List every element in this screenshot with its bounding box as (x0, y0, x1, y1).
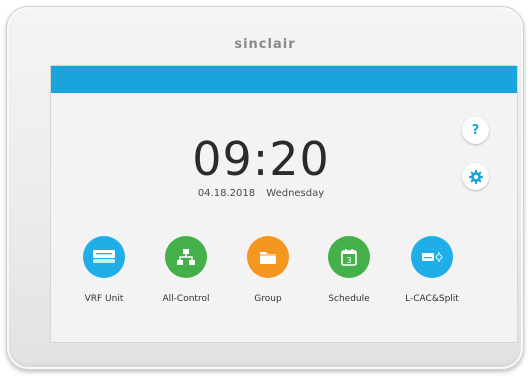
tile-vrf-unit[interactable]: VRF Unit (69, 236, 139, 304)
tile-label: Schedule (328, 294, 370, 304)
tile-all-control-button[interactable] (165, 236, 207, 278)
tile-group[interactable]: Group (233, 236, 303, 304)
calendar-icon: 3 (341, 249, 357, 266)
help-button[interactable]: ? (462, 117, 489, 144)
tile-vrf-unit-button[interactable] (83, 236, 125, 278)
settings-button[interactable] (462, 163, 489, 190)
split-ac-icon (422, 252, 443, 262)
vrf-unit-icon (93, 250, 115, 263)
calendar-day-number: 3 (346, 256, 351, 265)
question-icon: ? (471, 123, 480, 138)
folder-icon (260, 252, 276, 264)
tile-label: L-CAC&Split (405, 294, 459, 304)
controller-bezel: sinclair 09:20 04.18.2018 Wednesday ? VR… (6, 6, 524, 370)
tile-schedule-button[interactable]: 3 (328, 236, 370, 278)
touch-screen: 09:20 04.18.2018 Wednesday ? VRF Unit Al… (51, 66, 517, 342)
tile-label: VRF Unit (84, 294, 124, 304)
status-bar (51, 66, 517, 93)
tile-l-cac-split[interactable]: L-CAC&Split (397, 236, 467, 304)
clock-date: 04.18.2018 (197, 188, 256, 199)
tile-label: All-Control (162, 294, 210, 304)
tile-schedule[interactable]: 3 Schedule (314, 236, 384, 304)
clock-date-line: 04.18.2018 Wednesday (51, 188, 471, 199)
clock-time: 09:20 (192, 132, 330, 186)
network-hierarchy-icon (177, 249, 195, 265)
tile-l-cac-split-button[interactable] (411, 236, 453, 278)
tile-all-control[interactable]: All-Control (151, 236, 221, 304)
clock-weekday: Wednesday (266, 188, 325, 199)
brand-logo: sinclair (234, 37, 296, 52)
gear-icon (468, 169, 483, 184)
tile-group-button[interactable] (247, 236, 289, 278)
tile-label: Group (254, 294, 282, 304)
